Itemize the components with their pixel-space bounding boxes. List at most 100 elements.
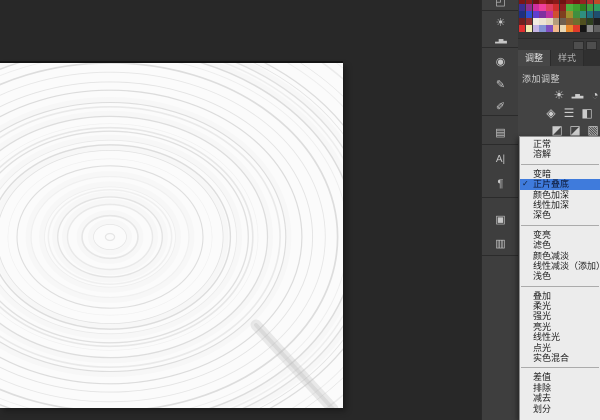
color-swatch[interactable] bbox=[566, 3, 573, 11]
blend-mode-menu: 正常 溶解变暗 ✓ 正片叠底 颜色加深 线性加深 深色变亮 滤色 颜色减淡 线性减淡（添加） 浅色叠… bbox=[519, 136, 600, 420]
color-swatch[interactable] bbox=[519, 10, 526, 18]
black-white-icon[interactable]: ◧ bbox=[580, 106, 594, 120]
menu-item[interactable]: 差值 bbox=[520, 372, 600, 382]
menu-item[interactable]: 强光 bbox=[520, 311, 600, 321]
menu-item[interactable]: 变暗 bbox=[520, 169, 600, 179]
menu-item[interactable]: 颜色减淡 bbox=[520, 251, 600, 261]
color-swatch[interactable] bbox=[519, 24, 526, 32]
tool-presets-panel-icon[interactable]: ✐ bbox=[482, 97, 518, 117]
color-swatch[interactable] bbox=[586, 17, 594, 25]
menu-separator bbox=[521, 163, 599, 165]
delete-swatch-button[interactable] bbox=[586, 41, 597, 50]
color-swatch[interactable] bbox=[546, 24, 553, 32]
menu-item[interactable]: 变亮 bbox=[520, 230, 600, 240]
adjustments-panel-icon[interactable]: ☀ bbox=[482, 13, 518, 33]
color-swatch[interactable] bbox=[552, 24, 560, 32]
menu-item[interactable]: 滤色 bbox=[520, 240, 600, 250]
color-swatch[interactable] bbox=[546, 3, 553, 11]
color-swatch[interactable] bbox=[580, 10, 587, 18]
menu-item[interactable]: 线性减淡（添加） bbox=[520, 261, 600, 271]
color-swatch[interactable] bbox=[525, 3, 533, 11]
color-swatch[interactable] bbox=[580, 3, 587, 11]
menu-item-label: 颜色加深 bbox=[533, 189, 570, 200]
histogram-panel-icon[interactable]: ▂▅▃ bbox=[482, 31, 518, 51]
color-swatch[interactable] bbox=[525, 24, 533, 32]
color-swatch[interactable] bbox=[566, 17, 573, 25]
menu-item[interactable]: 点光 bbox=[520, 343, 600, 353]
color-swatch[interactable] bbox=[566, 10, 573, 18]
document-canvas[interactable] bbox=[0, 63, 343, 408]
color-swatch[interactable] bbox=[539, 17, 546, 25]
color-swatch[interactable] bbox=[593, 24, 600, 32]
color-swatch[interactable] bbox=[559, 24, 567, 32]
layer-comps-panel-icon[interactable]: ▤ bbox=[482, 123, 518, 143]
color-balance-icon[interactable]: ☰ bbox=[562, 106, 576, 120]
paragraph-panel-icon[interactable]: ¶ bbox=[482, 174, 518, 194]
color-swatch[interactable] bbox=[573, 3, 580, 11]
posterize-icon[interactable]: ◪ bbox=[568, 123, 582, 136]
color-swatch[interactable] bbox=[552, 3, 560, 11]
color-swatch[interactable] bbox=[539, 10, 546, 18]
color-swatch[interactable] bbox=[552, 17, 560, 25]
menu-item[interactable]: 叠加 bbox=[520, 291, 600, 301]
color-swatch[interactable] bbox=[586, 3, 594, 11]
color-swatch[interactable] bbox=[566, 24, 573, 32]
menu-item[interactable]: 正常 bbox=[520, 139, 600, 149]
menu-item[interactable]: 深色 bbox=[520, 210, 600, 220]
levels-icon[interactable]: ▂▅▃ bbox=[570, 92, 584, 99]
color-swatch[interactable] bbox=[593, 10, 600, 18]
color-swatch[interactable] bbox=[559, 3, 567, 11]
menu-item[interactable]: 线性光 bbox=[520, 332, 600, 342]
color-swatch[interactable] bbox=[546, 17, 553, 25]
menu-item[interactable]: 亮光 bbox=[520, 322, 600, 332]
menu-item[interactable]: 划分 bbox=[520, 404, 600, 414]
tab-styles[interactable]: 样式 bbox=[551, 50, 585, 66]
color-swatch[interactable] bbox=[519, 3, 526, 11]
color-swatch[interactable] bbox=[559, 17, 567, 25]
color-swatch[interactable] bbox=[519, 17, 526, 25]
color-swatch[interactable] bbox=[586, 24, 594, 32]
menu-item[interactable]: 减去 bbox=[520, 393, 600, 403]
menu-item[interactable]: ✓ 正片叠底 bbox=[520, 179, 600, 190]
color-swatch[interactable] bbox=[539, 24, 546, 32]
brush-panel-icon[interactable]: ✎ bbox=[482, 75, 518, 95]
invert-icon[interactable]: ◩ bbox=[550, 123, 564, 136]
color-swatch[interactable] bbox=[525, 10, 533, 18]
color-swatch[interactable] bbox=[593, 3, 600, 11]
color-swatch[interactable] bbox=[593, 17, 600, 25]
tab-adjustments[interactable]: 调整 bbox=[518, 50, 552, 66]
clone-source-panel-icon[interactable]: ◉ bbox=[482, 52, 518, 72]
menu-item[interactable]: 颜色加深 bbox=[520, 190, 600, 200]
new-swatch-button[interactable] bbox=[573, 41, 584, 50]
brightness-contrast-icon[interactable]: ☀ bbox=[552, 88, 566, 102]
animation-panel-icon[interactable]: ▣ bbox=[482, 210, 518, 230]
menu-item[interactable]: 浅色 bbox=[520, 271, 600, 281]
color-swatch[interactable] bbox=[546, 10, 553, 18]
color-swatch[interactable] bbox=[532, 24, 539, 32]
color-swatch[interactable] bbox=[532, 10, 539, 18]
color-swatch[interactable] bbox=[573, 24, 580, 32]
curves-icon[interactable]: ◔ bbox=[588, 88, 600, 102]
menu-item[interactable]: 排除 bbox=[520, 383, 600, 393]
color-swatch[interactable] bbox=[532, 3, 539, 11]
notes-panel-icon[interactable]: ▥ bbox=[482, 234, 518, 254]
color-swatch[interactable] bbox=[552, 10, 560, 18]
color-swatch[interactable] bbox=[525, 17, 533, 25]
color-swatch[interactable] bbox=[573, 17, 580, 25]
menu-item-label: 浅色 bbox=[533, 271, 552, 282]
menu-item[interactable]: 实色混合 bbox=[520, 353, 600, 363]
color-swatch[interactable] bbox=[580, 17, 587, 25]
color-swatch[interactable] bbox=[580, 24, 587, 32]
color-swatch[interactable] bbox=[586, 10, 594, 18]
gradient-map-icon[interactable]: ▧ bbox=[586, 123, 600, 136]
color-swatch[interactable] bbox=[573, 10, 580, 18]
color-swatch[interactable] bbox=[532, 17, 539, 25]
menu-item[interactable]: 柔光 bbox=[520, 301, 600, 311]
menu-item[interactable]: 溶解 bbox=[520, 149, 600, 159]
character-panel-icon[interactable]: A| bbox=[482, 150, 518, 170]
collapsed-panel-icon[interactable]: ◰ bbox=[482, 0, 518, 12]
menu-item[interactable]: 线性加深 bbox=[520, 200, 600, 210]
color-swatch[interactable] bbox=[559, 10, 567, 18]
vibrance-icon[interactable]: ◈ bbox=[544, 106, 558, 120]
color-swatch[interactable] bbox=[539, 3, 546, 11]
